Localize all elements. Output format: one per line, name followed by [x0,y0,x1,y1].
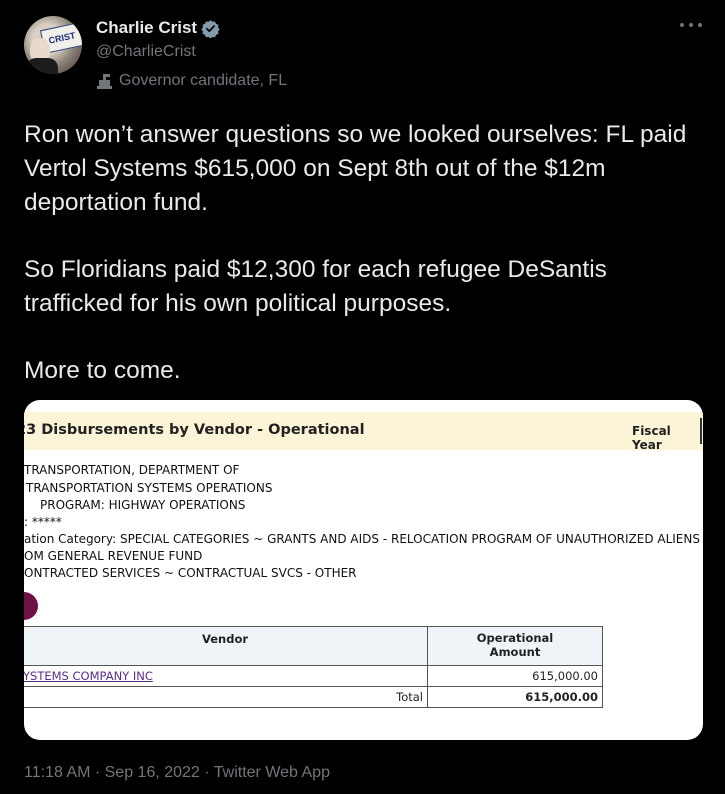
table-cell-amount: 615,000.00 [427,665,603,687]
tweet: CRIST Charlie Crist @CharlieCrist Govern… [0,0,725,794]
avatar-body [26,58,58,74]
document-marker [24,592,38,620]
author-handle[interactable]: @CharlieCrist [96,43,196,61]
vendor-link[interactable]: YSTEMS COMPANY INC [24,669,153,683]
tweet-paragraph: Ron won’t answer questions so we looked … [24,121,687,216]
tweet-image[interactable]: 23 Disbursements by Vendor - Operational… [24,400,703,740]
tweet-text: Ron won’t answer questions so we looked … [24,118,704,388]
table-total-label: Total [24,686,428,708]
document-edge [700,418,702,444]
account-label: Governor candidate, FL [96,72,287,90]
document-line: ONTRACTED SERVICES ~ CONTRACTUAL SVCS - … [24,566,357,580]
author-display-name[interactable]: Charlie Crist [96,18,197,38]
table-row: YSTEMS COMPANY INC [24,665,428,687]
document-fiscal-label: Fiscal Year [632,424,671,452]
table-header-amount: Operational Amount [427,626,603,666]
document-line: TRANSPORTATION SYSTEMS OPERATIONS [26,481,273,495]
tweet-paragraph: More to come. [24,357,181,384]
account-label-text: Governor candidate, FL [119,72,288,89]
document-line: OM GENERAL REVENUE FUND [24,549,203,563]
author-name-row: Charlie Crist [96,18,220,39]
verified-badge-icon [201,19,220,39]
document-line: ation Category: SPECIAL CATEGORIES ~ GRA… [24,532,700,546]
table-total-amount: 615,000.00 [427,686,603,708]
tweet-timestamp[interactable]: 11:18 AM · Sep 16, 2022 · Twitter Web Ap… [24,764,330,782]
government-label-icon [96,73,113,90]
author-avatar[interactable]: CRIST [24,16,82,74]
document-title: 23 Disbursements by Vendor - Operational [24,422,365,438]
document-line: TRANSPORTATION, DEPARTMENT OF [24,463,240,477]
tweet-paragraph: So Floridians paid $12,300 for each refu… [24,256,607,317]
document-line: PROGRAM: HIGHWAY OPERATIONS [40,498,246,512]
document-line: : ***** [24,515,62,529]
table-header-vendor: Vendor [24,626,428,666]
more-options-icon[interactable] [680,18,702,32]
